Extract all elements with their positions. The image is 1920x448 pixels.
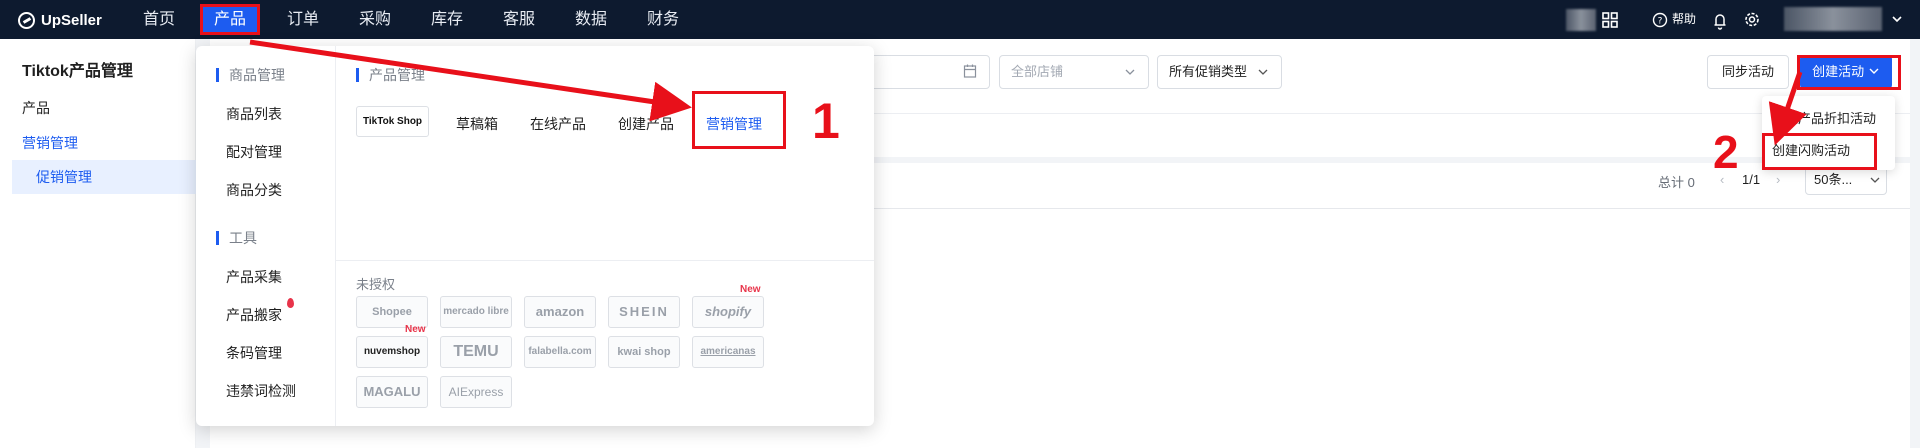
highlight-flash-sale <box>1762 133 1877 170</box>
chevron-down-icon <box>1124 56 1136 101</box>
platform-temu[interactable]: TEMU <box>440 336 512 368</box>
platform-americanas[interactable]: americanas <box>692 336 764 368</box>
new-badge: New <box>405 324 426 335</box>
sidebar-item-products[interactable]: 产品 <box>22 98 50 118</box>
link-banned-words[interactable]: 违禁词检测 <box>226 381 296 401</box>
platform-amazon[interactable]: amazon <box>524 296 596 328</box>
sidebar-item-marketing[interactable]: 营销管理 <box>22 133 78 153</box>
chevron-down-icon <box>1870 166 1880 205</box>
link-pairing[interactable]: 配对管理 <box>226 142 282 162</box>
chevron-down-icon[interactable] <box>1890 0 1904 39</box>
upseller-logo-icon <box>18 11 35 29</box>
nav-products[interactable]: 产品 <box>200 4 260 35</box>
total-count: 总计 0 <box>1658 175 1695 190</box>
nav-inventory[interactable]: 库存 <box>431 0 463 39</box>
link-create-product[interactable]: 创建产品 <box>618 114 674 134</box>
tools-section-head: 工具 <box>216 231 257 245</box>
link-product-list[interactable]: 商品列表 <box>226 104 282 124</box>
blurred-user-name[interactable] <box>1784 7 1882 31</box>
promo-type-value: 所有促销类型 <box>1169 64 1248 79</box>
calendar-icon <box>963 56 977 100</box>
help-button[interactable]: ? 帮助 <box>1652 0 1696 39</box>
platform-mercado-libre[interactable]: mercado libre <box>440 296 512 328</box>
nav-home[interactable]: 首页 <box>143 0 175 39</box>
platform-shopify[interactable]: shopify <box>692 296 764 328</box>
sidebar-item-promotion[interactable]: 促销管理 <box>12 160 196 194</box>
help-label: 帮助 <box>1672 12 1697 26</box>
link-product-collect[interactable]: 产品采集 <box>226 267 282 287</box>
date-range-input[interactable] <box>860 55 990 89</box>
highlight-marketing-mgmt <box>692 91 786 149</box>
page-indicator: 1/1 <box>1742 172 1761 187</box>
annotation-step-2: 2 <box>1713 126 1739 178</box>
product-mgmt-head: 产品管理 <box>356 68 425 82</box>
nav-data[interactable]: 数据 <box>575 0 607 39</box>
highlight-create-activity <box>1797 55 1901 90</box>
platform-magalu[interactable]: MAGALU <box>356 376 428 408</box>
sidebar-title: Tiktok产品管理 <box>22 63 133 80</box>
chevron-down-icon <box>1257 56 1269 101</box>
mega-menu-left-column: 商品管理 商品列表 配对管理 商品分类 工具 产品采集 产品搬家 条码管理 违禁… <box>196 46 336 426</box>
shop-select-value: 全部店铺 <box>1011 64 1064 79</box>
link-online-products[interactable]: 在线产品 <box>530 114 586 134</box>
new-badge: New <box>740 284 761 295</box>
shop-select[interactable]: 全部店铺 <box>999 55 1149 89</box>
top-nav-bar: UpSeller 首页 产品 订单 采购 库存 客服 数据 财务 ? 帮助 <box>0 0 1920 39</box>
nav-finance[interactable]: 财务 <box>647 0 679 39</box>
gear-icon[interactable] <box>1744 0 1760 39</box>
nav-orders[interactable]: 订单 <box>287 0 319 39</box>
sync-activity-button[interactable]: 同步活动 <box>1707 55 1789 89</box>
nav-purchase[interactable]: 采购 <box>359 0 391 39</box>
menu-create-discount[interactable]: 创建产品折扣活动 <box>1772 108 1876 127</box>
promo-type-select[interactable]: 所有促销类型 <box>1157 55 1282 89</box>
link-product-move[interactable]: 产品搬家 <box>226 305 282 325</box>
platform-falabella[interactable]: falabella.com <box>524 336 596 368</box>
link-barcode[interactable]: 条码管理 <box>226 343 282 363</box>
grid-icon[interactable] <box>1602 0 1618 39</box>
next-page-icon[interactable]: › <box>1776 172 1780 187</box>
platform-shein[interactable]: SHEIN <box>608 296 680 328</box>
hot-fire-icon <box>287 298 294 308</box>
panel-divider <box>336 260 874 261</box>
goods-section-head: 商品管理 <box>216 68 285 82</box>
unauthorized-label: 未授权 <box>356 277 396 292</box>
link-drafts[interactable]: 草稿箱 <box>456 114 498 134</box>
blurred-account-info <box>1566 9 1596 31</box>
nav-customer-service[interactable]: 客服 <box>503 0 535 39</box>
platform-aliexpress[interactable]: AIExpress <box>440 376 512 408</box>
tiktok-shop-tag[interactable]: TikTok Shop <box>356 106 429 137</box>
link-categories[interactable]: 商品分类 <box>226 180 282 200</box>
upseller-logo[interactable]: UpSeller <box>18 10 102 30</box>
help-circle-icon: ? <box>1652 12 1668 27</box>
platform-nuvemshop[interactable]: nuvemshop <box>356 336 428 368</box>
annotation-step-1: 1 <box>812 93 840 149</box>
page-size-value: 50条... <box>1814 172 1853 187</box>
brand-name: UpSeller <box>41 11 102 29</box>
svg-text:?: ? <box>1658 16 1663 26</box>
left-sidebar: Tiktok产品管理 产品 营销管理 促销管理 <box>0 39 196 448</box>
platform-kwai-shop[interactable]: kwai shop <box>608 336 680 368</box>
bell-icon[interactable] <box>1712 0 1728 39</box>
